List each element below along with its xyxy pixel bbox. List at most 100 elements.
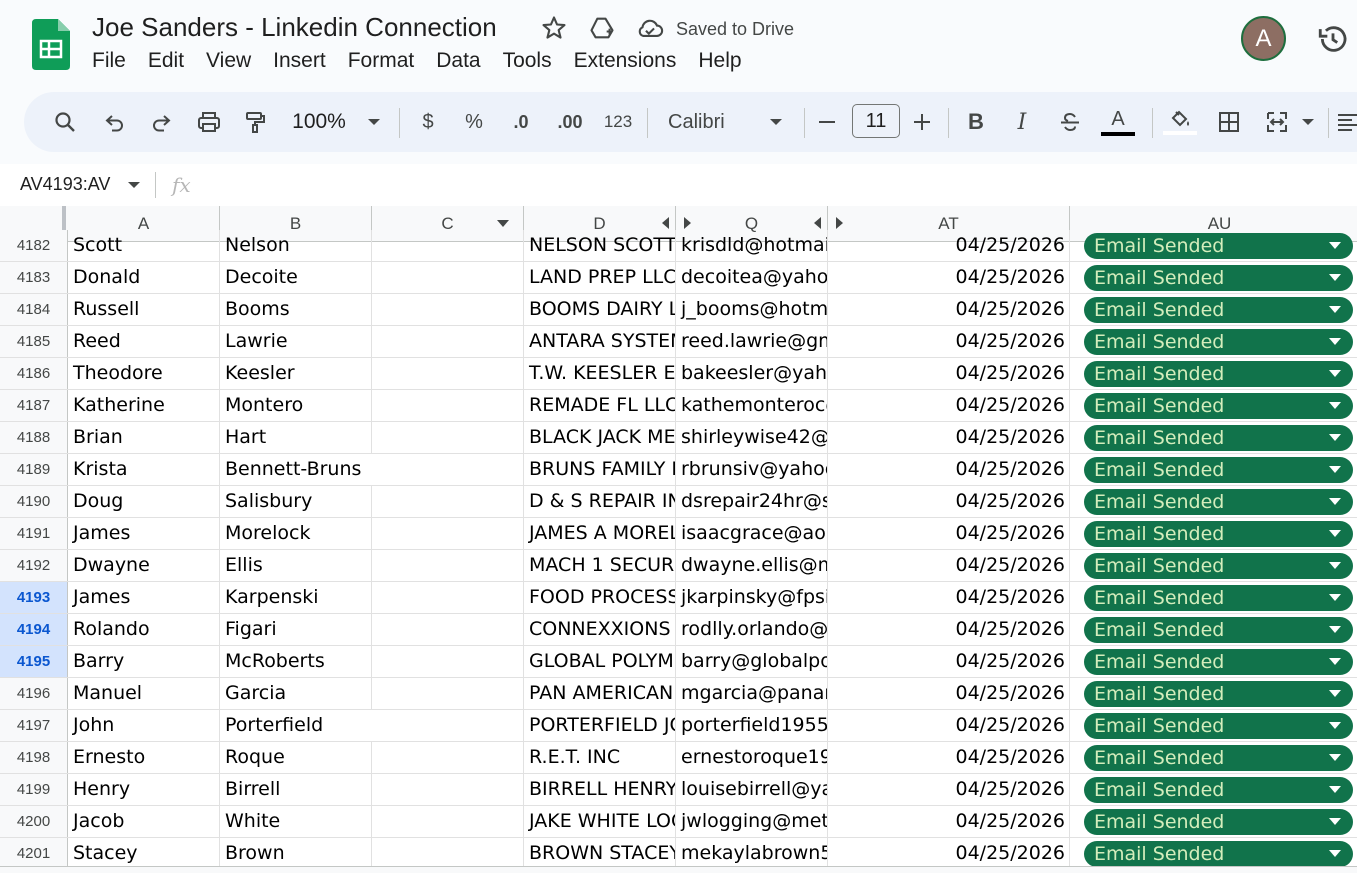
status-chip[interactable]: Email Sended — [1084, 457, 1353, 483]
date-cell[interactable]: 04/25/2026 — [828, 582, 1070, 613]
date-cell[interactable]: 04/25/2026 — [828, 294, 1070, 325]
first-name-cell[interactable]: Dwayne — [68, 550, 220, 581]
status-cell[interactable]: Email Sended — [1070, 710, 1357, 741]
sheets-logo-icon[interactable] — [32, 19, 70, 70]
name-box-dropdown-icon[interactable] — [127, 181, 141, 189]
first-name-cell[interactable]: Jacob — [68, 806, 220, 837]
first-name-cell[interactable]: Scott — [68, 230, 220, 261]
company-cell[interactable]: NELSON SCOTT L — [524, 230, 676, 261]
chip-dropdown-icon[interactable] — [1329, 562, 1341, 569]
email-cell[interactable]: kathemonteroc@ — [676, 390, 828, 421]
row-number[interactable]: 4184 — [0, 294, 68, 325]
empty-cell-c[interactable] — [372, 582, 524, 613]
company-cell[interactable]: PAN AMERICAN I — [524, 678, 676, 709]
date-cell[interactable]: 04/25/2026 — [828, 486, 1070, 517]
email-cell[interactable]: ernestoroque190 — [676, 742, 828, 773]
date-cell[interactable]: 04/25/2026 — [828, 230, 1070, 261]
row-number[interactable]: 4189 — [0, 454, 68, 485]
row-number[interactable]: 4197 — [0, 710, 68, 741]
email-cell[interactable]: dwayne.ellis@m — [676, 550, 828, 581]
status-cell[interactable]: Email Sended — [1070, 486, 1357, 517]
status-cell[interactable]: Email Sended — [1070, 518, 1357, 549]
empty-cell-c[interactable] — [372, 326, 524, 357]
chip-dropdown-icon[interactable] — [1329, 274, 1341, 281]
chip-dropdown-icon[interactable] — [1329, 242, 1341, 249]
zoom-select[interactable]: 100% — [288, 92, 350, 152]
chip-dropdown-icon[interactable] — [1329, 594, 1341, 601]
empty-cell-c[interactable] — [372, 262, 524, 293]
email-cell[interactable]: reed.lawrie@gm — [676, 326, 828, 357]
empty-cell-c[interactable] — [372, 518, 524, 549]
company-cell[interactable]: D & S REPAIR INC — [524, 486, 676, 517]
chip-dropdown-icon[interactable] — [1329, 722, 1341, 729]
decrease-font-size-icon[interactable] — [816, 92, 838, 152]
bold-icon[interactable]: B — [964, 92, 988, 152]
last-name-cell[interactable]: Brown — [220, 838, 372, 869]
borders-icon[interactable] — [1214, 92, 1244, 152]
last-name-cell[interactable]: Booms — [220, 294, 372, 325]
status-chip[interactable]: Email Sended — [1084, 617, 1353, 643]
merge-cells-icon[interactable] — [1262, 92, 1292, 152]
first-name-cell[interactable]: Manuel — [68, 678, 220, 709]
menu-edit[interactable]: Edit — [137, 49, 195, 73]
format-currency-button[interactable]: $ — [416, 92, 440, 152]
empty-cell-c[interactable] — [372, 710, 524, 741]
company-cell[interactable]: BRUNS FAMILY D — [524, 454, 676, 485]
first-name-cell[interactable]: Brian — [68, 422, 220, 453]
status-cell[interactable]: Email Sended — [1070, 358, 1357, 389]
email-cell[interactable]: bakeesler@yaho — [676, 358, 828, 389]
menu-help[interactable]: Help — [687, 49, 752, 73]
company-cell[interactable]: T.W. KEESLER EXC — [524, 358, 676, 389]
status-chip[interactable]: Email Sended — [1084, 489, 1353, 515]
menu-file[interactable]: File — [92, 49, 137, 73]
text-color-icon[interactable]: A — [1100, 92, 1136, 152]
empty-cell-c[interactable] — [372, 678, 524, 709]
menu-data[interactable]: Data — [425, 49, 491, 73]
fill-color-icon[interactable] — [1162, 92, 1198, 152]
avatar[interactable]: A — [1241, 16, 1286, 61]
email-cell[interactable]: j_booms@hotma — [676, 294, 828, 325]
status-cell[interactable]: Email Sended — [1070, 454, 1357, 485]
status-cell[interactable]: Email Sended — [1070, 806, 1357, 837]
row-number[interactable]: 4183 — [0, 262, 68, 293]
date-cell[interactable]: 04/25/2026 — [828, 390, 1070, 421]
date-cell[interactable]: 04/25/2026 — [828, 550, 1070, 581]
last-name-cell[interactable]: Montero — [220, 390, 372, 421]
last-name-cell[interactable]: Lawrie — [220, 326, 372, 357]
date-cell[interactable]: 04/25/2026 — [828, 774, 1070, 805]
company-cell[interactable]: ANTARA SYSTEM — [524, 326, 676, 357]
company-cell[interactable]: R.E.T. INC — [524, 742, 676, 773]
last-name-cell[interactable]: Nelson — [220, 230, 372, 261]
company-cell[interactable]: JAMES A MOREL — [524, 518, 676, 549]
status-chip[interactable]: Email Sended — [1084, 233, 1353, 259]
status-chip[interactable]: Email Sended — [1084, 777, 1353, 803]
empty-cell-c[interactable] — [372, 646, 524, 677]
last-name-cell[interactable]: Figari — [220, 614, 372, 645]
empty-cell-c[interactable] — [372, 230, 524, 261]
status-chip[interactable]: Email Sended — [1084, 361, 1353, 387]
undo-icon[interactable] — [100, 92, 130, 152]
company-cell[interactable]: FOOD PROCESS S — [524, 582, 676, 613]
more-formats-button[interactable]: 123 — [600, 92, 636, 152]
status-cell[interactable]: Email Sended — [1070, 646, 1357, 677]
last-name-cell[interactable]: White — [220, 806, 372, 837]
company-cell[interactable]: CONNEXXIONS B — [524, 614, 676, 645]
font-dropdown-icon[interactable] — [766, 92, 786, 152]
first-name-cell[interactable]: Russell — [68, 294, 220, 325]
status-cell[interactable]: Email Sended — [1070, 326, 1357, 357]
row-number[interactable]: 4200 — [0, 806, 68, 837]
first-name-cell[interactable]: Rolando — [68, 614, 220, 645]
email-cell[interactable]: mekaylabrown52 — [676, 838, 828, 869]
row-number[interactable]: 4196 — [0, 678, 68, 709]
last-name-cell[interactable]: Ellis — [220, 550, 372, 581]
first-name-cell[interactable]: James — [68, 518, 220, 549]
empty-cell-c[interactable] — [372, 614, 524, 645]
first-name-cell[interactable]: John — [68, 710, 220, 741]
status-chip[interactable]: Email Sended — [1084, 297, 1353, 323]
row-number[interactable]: 4191 — [0, 518, 68, 549]
last-name-cell[interactable]: Bennett-Bruns — [220, 454, 372, 485]
company-cell[interactable]: MACH 1 SECURIT — [524, 550, 676, 581]
date-cell[interactable]: 04/25/2026 — [828, 262, 1070, 293]
status-chip[interactable]: Email Sended — [1084, 681, 1353, 707]
date-cell[interactable]: 04/25/2026 — [828, 646, 1070, 677]
